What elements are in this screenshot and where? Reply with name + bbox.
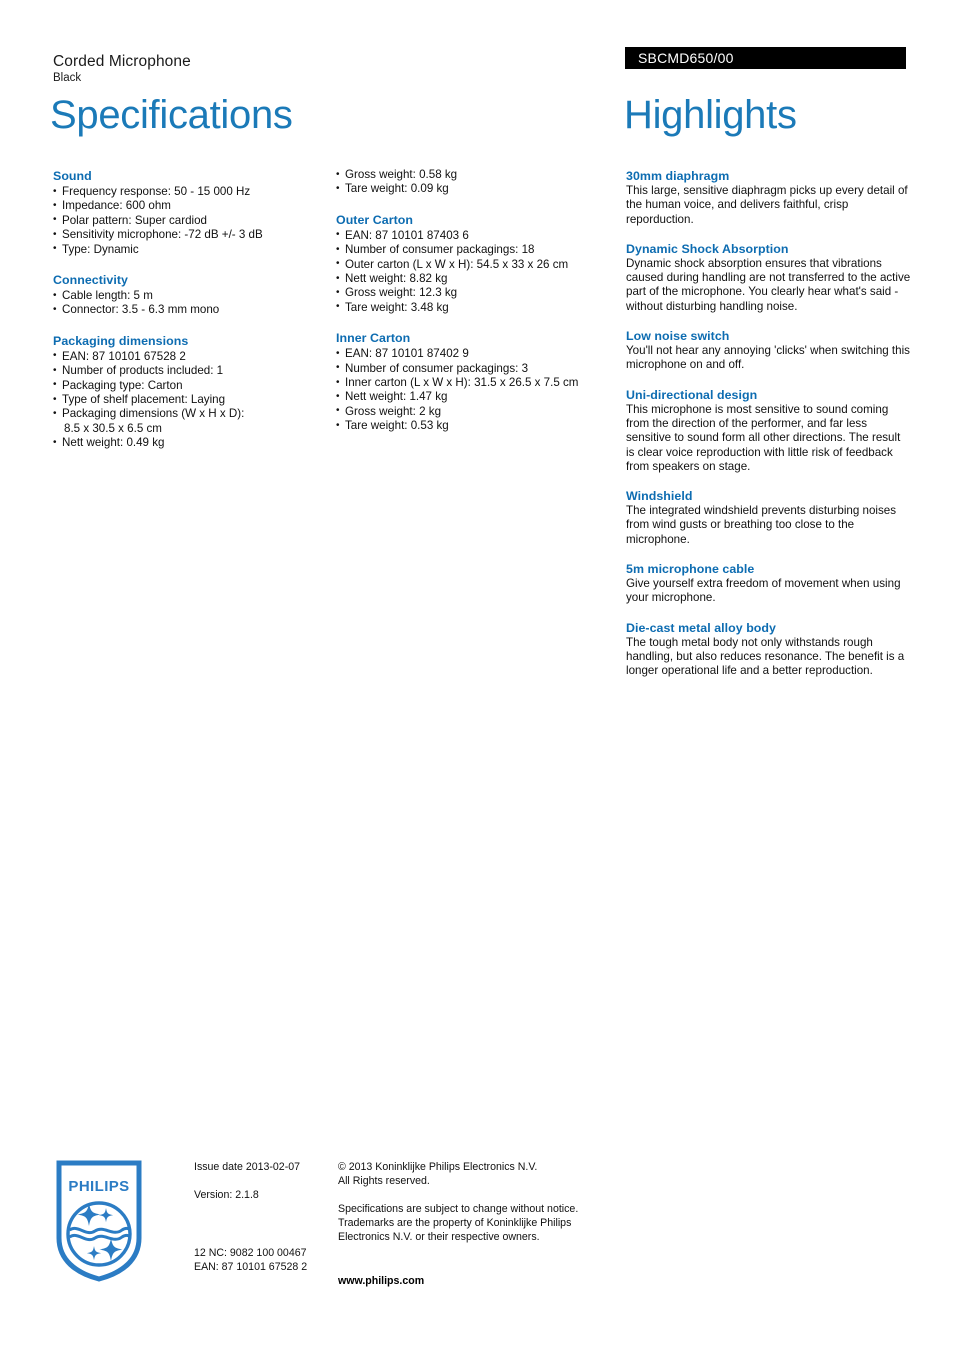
- spec-item: Connector: 3.5 - 6.3 mm mono: [53, 303, 321, 318]
- spec-item: Nett weight: 0.49 kg: [53, 436, 321, 451]
- specifications-column-2: Gross weight: 0.58 kgTare weight: 0.09 k…: [336, 167, 608, 434]
- spec-group: ConnectivityCable length: 5 mConnector: …: [53, 272, 321, 318]
- version: Version: 2.1.8: [194, 1189, 259, 1201]
- footer-legal-column: © 2013 Koninklijke Philips Electronics N…: [338, 1160, 603, 1288]
- highlight-title: Windshield: [626, 489, 693, 504]
- spec-group: Outer CartonEAN: 87 10101 87403 6Number …: [336, 212, 608, 315]
- philips-logo: PHILIPS: [56, 1160, 142, 1282]
- spec-item: Tare weight: 3.48 kg: [336, 300, 608, 315]
- spec-item: EAN: 87 10101 87403 6: [336, 228, 608, 243]
- spec-list: EAN: 87 10101 87402 9Number of consumer …: [336, 347, 608, 434]
- highlight-title: Dynamic Shock Absorption: [626, 241, 789, 256]
- footer-meta-column: Issue date 2013-02-07 Version: 2.1.8 12 …: [194, 1160, 334, 1274]
- twelve-nc: 12 NC: 9082 100 00467: [194, 1247, 307, 1259]
- spec-item: Tare weight: 0.53 kg: [336, 419, 608, 434]
- spec-group-title: Connectivity: [53, 273, 128, 288]
- spec-item: Number of consumer packagings: 18: [336, 243, 608, 258]
- spec-item: Frequency response: 50 - 15 000 Hz: [53, 184, 321, 199]
- highlight-title: 30mm diaphragm: [626, 169, 730, 183]
- highlight-entry: Windshield The integrated windshield prev…: [626, 488, 911, 547]
- disclaimer-line-2: Trademarks are the property of Koninklij…: [338, 1217, 572, 1229]
- highlight-body: The tough metal body not only withstands…: [626, 635, 905, 678]
- spec-list: Frequency response: 50 - 15 000 HzImpeda…: [53, 184, 321, 257]
- spec-item: Impedance: 600 ohm: [53, 199, 321, 214]
- issue-date: Issue date 2013-02-07: [194, 1161, 301, 1173]
- spec-item: Type: Dynamic: [53, 242, 321, 257]
- product-name: Corded Microphone: [53, 53, 191, 70]
- spec-item: Outer carton (L x W x H): 54.5 x 33 x 26…: [336, 257, 608, 272]
- model-code-bar: SBCMD650/00: [625, 47, 906, 69]
- highlight-entry: 5m microphone cable Give yourself extra f…: [626, 561, 911, 606]
- spec-item: Number of consumer packagings: 3: [336, 361, 608, 376]
- spec-item: EAN: 87 10101 87402 9: [336, 347, 608, 362]
- spec-item: Polar pattern: Super cardiod: [53, 213, 321, 228]
- highlight-entry: 30mm diaphragm This large, sensitive diap…: [626, 168, 911, 227]
- svg-text:PHILIPS: PHILIPS: [68, 1178, 129, 1195]
- spec-item: Gross weight: 0.58 kg: [336, 167, 608, 182]
- highlight-entry: Uni-directional design This microphone is…: [626, 387, 911, 474]
- model-code-text: SBCMD650/00: [638, 50, 734, 66]
- spec-group-title: Inner Carton: [336, 331, 411, 346]
- product-variant: Black: [53, 72, 82, 84]
- spec-group: Inner CartonEAN: 87 10101 87402 9Number …: [336, 330, 608, 433]
- copyright-line-1: © 2013 Koninklijke Philips Electronics N…: [338, 1161, 538, 1173]
- spec-group: Packaging dimensionsEAN: 87 10101 67528 …: [53, 333, 321, 451]
- spec-list: Gross weight: 0.58 kgTare weight: 0.09 k…: [336, 167, 608, 197]
- copyright-line-2: All Rights reserved.: [338, 1175, 430, 1187]
- spec-item: Gross weight: 2 kg: [336, 404, 608, 419]
- spec-item: Cable length: 5 m: [53, 289, 321, 304]
- spec-group: SoundFrequency response: 50 - 15 000 HzI…: [53, 168, 321, 257]
- specifications-column-1: SoundFrequency response: 50 - 15 000 HzI…: [53, 168, 321, 451]
- spec-item: Packaging type: Carton: [53, 378, 321, 393]
- product-header: Corded Microphone Black: [53, 52, 191, 86]
- spec-list: EAN: 87 10101 67528 2Number of products …: [53, 349, 321, 451]
- spec-list: EAN: 87 10101 87403 6Number of consumer …: [336, 228, 608, 315]
- spec-list: Cable length: 5 mConnector: 3.5 - 6.3 mm…: [53, 289, 321, 318]
- highlight-entry: Dynamic Shock Absorption Dynamic shock ab…: [626, 241, 911, 314]
- highlight-title: 5m microphone cable: [626, 562, 755, 577]
- spec-item: Nett weight: 1.47 kg: [336, 390, 608, 405]
- highlight-title: Die-cast metal alloy body: [626, 620, 776, 635]
- highlight-body: You'll not hear any annoying 'clicks' wh…: [626, 344, 910, 372]
- highlight-body: This large, sensitive diaphragm picks up…: [626, 184, 908, 226]
- spec-item: Gross weight: 12.3 kg: [336, 286, 608, 301]
- disclaimer-line-1: Specifications are subject to change wit…: [338, 1203, 579, 1215]
- spec-item: EAN: 87 10101 67528 2: [53, 349, 321, 364]
- highlight-entry: Die-cast metal alloy body The tough metal…: [626, 620, 911, 679]
- highlight-body: This microphone is most sensitive to sou…: [626, 402, 901, 473]
- highlights-column: 30mm diaphragm This large, sensitive diap…: [626, 168, 911, 679]
- highlights-title: Highlights: [624, 93, 797, 137]
- specifications-title: Specifications: [50, 93, 293, 137]
- spec-group-title: Sound: [53, 169, 92, 183]
- spec-item: Number of products included: 1: [53, 364, 321, 379]
- spec-item: Nett weight: 8.82 kg: [336, 272, 608, 287]
- spec-group-title: Packaging dimensions: [53, 333, 189, 348]
- spec-item: Sensitivity microphone: -72 dB +/- 3 dB: [53, 228, 321, 243]
- highlight-body: The integrated windshield prevents distu…: [626, 504, 897, 546]
- highlight-body: Dynamic shock absorption ensures that vi…: [626, 256, 911, 313]
- disclaimer-line-3: Electronics N.V. or their respective own…: [338, 1231, 540, 1243]
- spec-group-title: Outer Carton: [336, 212, 414, 227]
- spec-sheet-page: Corded Microphone Black SBCMD650/00 Spec…: [0, 0, 954, 1350]
- spec-group: Gross weight: 0.58 kgTare weight: 0.09 k…: [336, 167, 608, 197]
- highlight-entry: Low noise switch You'll not hear any anno…: [626, 328, 911, 373]
- highlight-title: Low noise switch: [626, 329, 730, 344]
- highlight-body: Give yourself extra freedom of movement …: [626, 577, 901, 605]
- spec-item: Packaging dimensions (W x H x D):8.5 x 3…: [53, 407, 321, 436]
- highlight-title: Uni-directional design: [626, 387, 758, 402]
- philips-website-link[interactable]: www.philips.com: [338, 1275, 424, 1287]
- spec-item: Type of shelf placement: Laying: [53, 393, 321, 408]
- spec-item: Tare weight: 0.09 kg: [336, 182, 608, 197]
- footer-ean: EAN: 87 10101 67528 2: [194, 1261, 308, 1273]
- spec-item: Inner carton (L x W x H): 31.5 x 26.5 x …: [336, 376, 608, 391]
- spec-item-wrapped-line: 8.5 x 30.5 x 6.5 cm: [64, 421, 162, 435]
